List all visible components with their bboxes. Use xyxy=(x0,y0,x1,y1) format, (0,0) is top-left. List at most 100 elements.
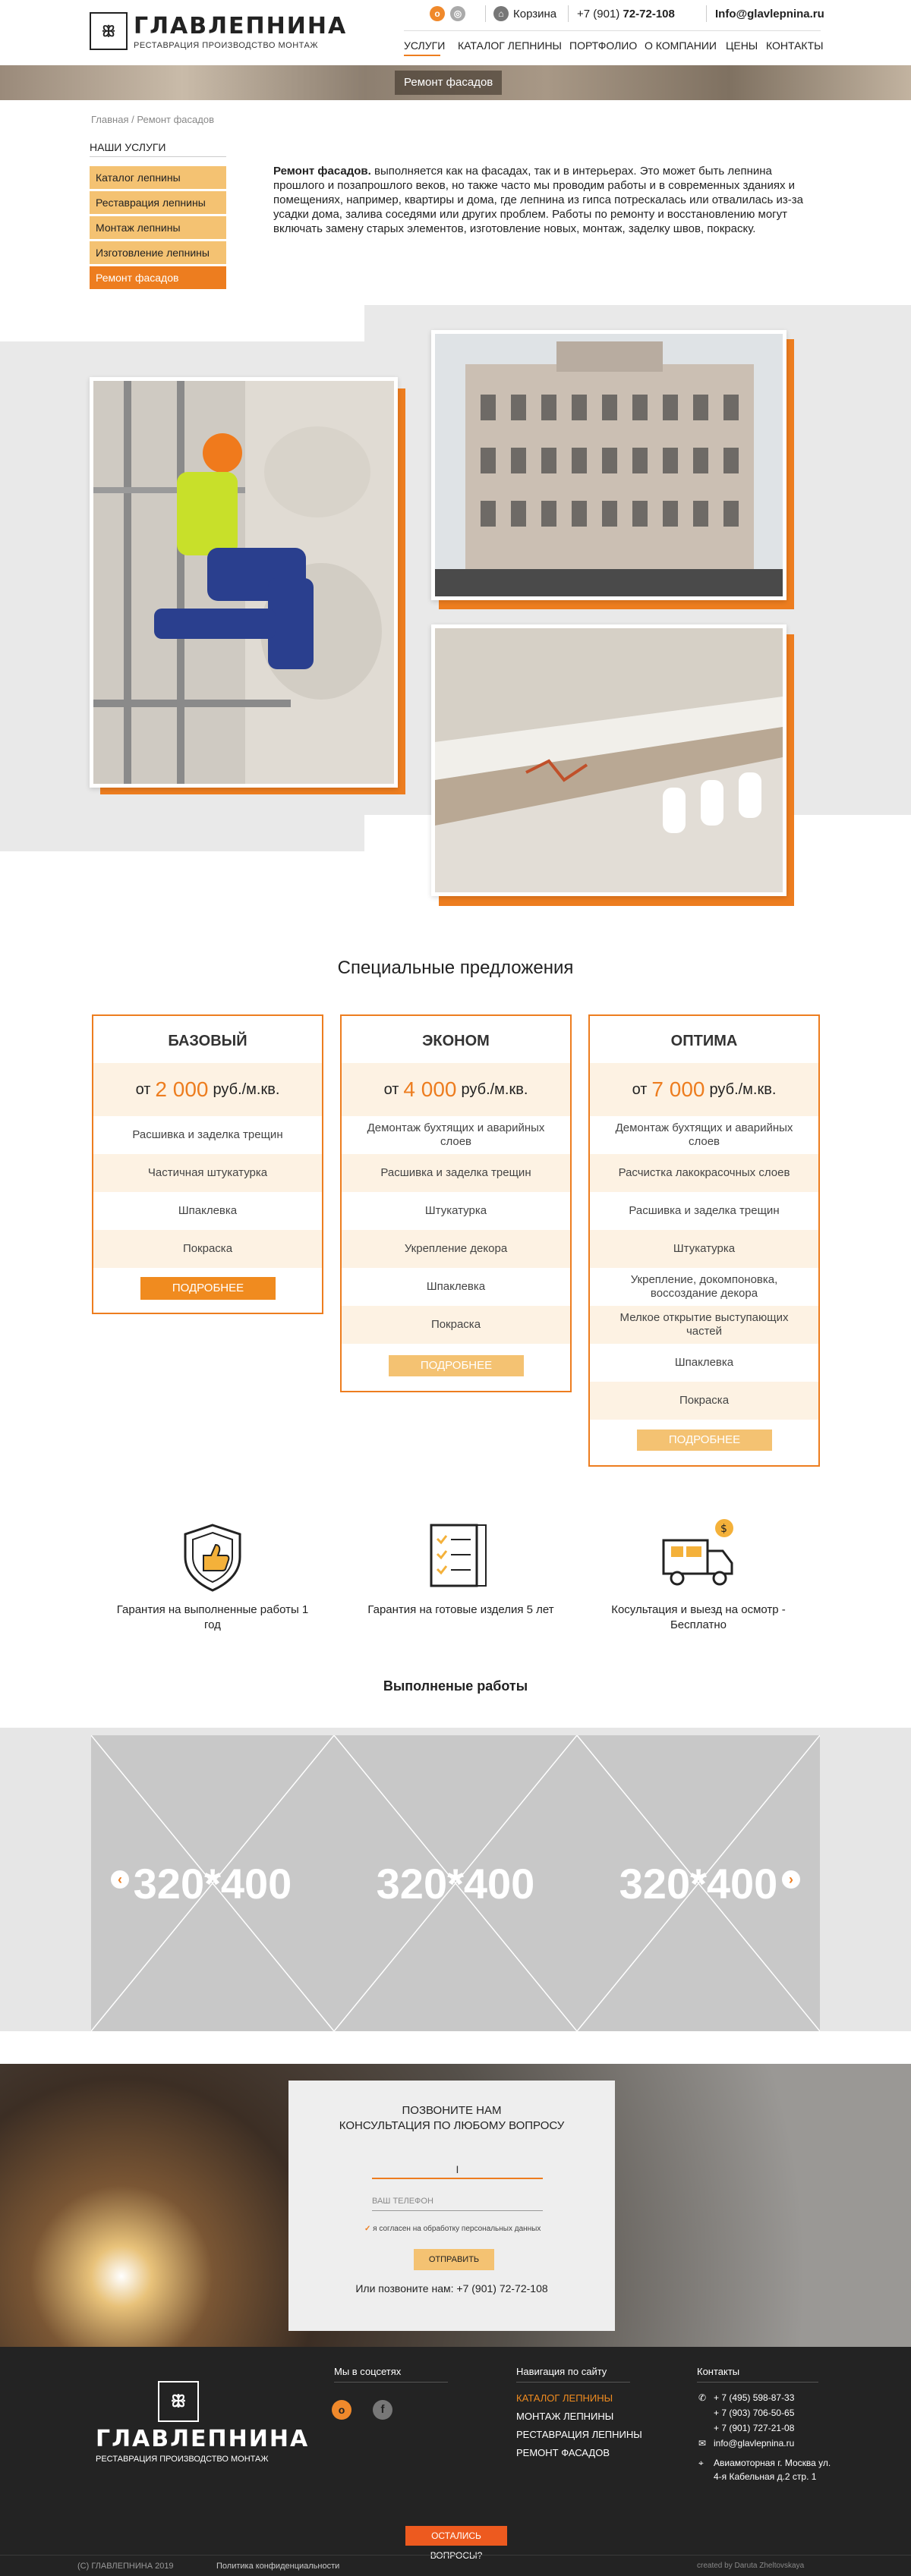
callback-form: ПОЗВОНИТЕ НАМ КОНСУЛЬТАЦИЯ ПО ЛЮБОМУ ВОП… xyxy=(288,2081,615,2331)
worker-photo xyxy=(90,377,398,788)
instagram-icon[interactable]: ◎ xyxy=(450,6,465,21)
consent-checkbox-row[interactable]: ✓ я согласен на обработку персональных д… xyxy=(364,2225,562,2233)
sidebar-item-restoration[interactable]: Реставрация лепнины xyxy=(90,191,226,214)
offer-row: Мелкое открытие выступающих частей xyxy=(590,1306,818,1344)
nav-about[interactable]: О КОМПАНИИ xyxy=(645,39,717,52)
offer-card-title: БАЗОВЫЙ xyxy=(168,1033,247,1049)
phone-input[interactable]: ВАШ ТЕЛЕФОН xyxy=(372,2191,543,2211)
gallery-prev-arrow-icon[interactable]: ‹ xyxy=(111,1870,129,1889)
offer-row: Укрепление, докомпоновка, воссоздание де… xyxy=(630,1273,778,1300)
logo-subtitle: РЕСТАВРАЦИЯ ПРОИЗВОДСТВО МОНТАЖ xyxy=(134,41,318,50)
footer-logo-mark-icon: ꕥ xyxy=(158,2381,199,2422)
footer-created-by: created by Daruta Zheltovskaya xyxy=(697,2562,805,2570)
offer-card-title: ОПТИМА xyxy=(670,1033,738,1049)
nav-uslugi[interactable]: УСЛУГИ xyxy=(404,39,445,52)
gallery-next-arrow-icon[interactable]: › xyxy=(782,1870,800,1889)
worker-image xyxy=(93,381,394,784)
offer-more-button[interactable]: ПОДРОБНЕЕ xyxy=(389,1355,524,1376)
nav-catalog[interactable]: КАТАЛОГ ЛЕПНИНЫ xyxy=(458,39,562,52)
nav-prices[interactable]: ЦЕНЫ xyxy=(726,39,758,52)
site-header: ꕥ ГЛАВЛЕПНИНА РЕСТАВРАЦИЯ ПРОИЗВОДСТВО М… xyxy=(0,0,911,65)
logo-name: ГЛАВЛЕПНИНА xyxy=(134,13,348,39)
footer-divider xyxy=(334,2382,448,2383)
intro-text: Ремонт фасадов. выполняется как на фасад… xyxy=(273,164,812,236)
price-value: 4 000 xyxy=(403,1077,457,1101)
nav-active-underline xyxy=(404,55,440,56)
header-divider xyxy=(485,5,486,22)
offer-more-button[interactable]: ПОДРОБНЕЕ xyxy=(140,1277,276,1300)
footer-odnoklassniki-icon[interactable]: o xyxy=(332,2400,351,2420)
footer-privacy-link[interactable]: Политика конфиденциальности xyxy=(216,2562,339,2571)
offer-card-title: ЭКОНОМ xyxy=(422,1033,490,1049)
building-image xyxy=(435,334,783,596)
shield-thumb-graphic xyxy=(184,1524,241,1592)
questions-button[interactable]: ОСТАЛИСЬ ВОПРОСЫ? xyxy=(405,2526,507,2561)
checkbox-check-icon[interactable]: ✓ xyxy=(364,2225,370,2233)
footer-phone[interactable]: + 7 (901) 727-21-08 xyxy=(714,2423,794,2433)
nav-portfolio[interactable]: ПОРТФОЛИО xyxy=(569,39,637,52)
offer-row: Расчистка лакокрасочных слоев xyxy=(590,1154,818,1192)
shield-thumb-icon xyxy=(176,1521,249,1593)
price-unit: руб./м.кв. xyxy=(213,1080,280,1098)
footer-divider xyxy=(697,2382,818,2383)
breadcrumb-separator: / xyxy=(131,114,134,125)
sidebar-item-mounting[interactable]: Монтаж лепнины xyxy=(90,216,226,239)
intro-lead: Ремонт фасадов. xyxy=(273,165,371,178)
site-logo[interactable]: ꕥ ГЛАВЛЕПНИНА РЕСТАВРАЦИЯ ПРОИЗВОДСТВО М… xyxy=(90,12,345,52)
building-photo xyxy=(431,330,786,600)
footer-social-title: Мы в соцсетях xyxy=(334,2366,402,2377)
footer-nav-mounting[interactable]: МОНТАЖ ЛЕПНИНЫ xyxy=(516,2411,613,2422)
works-title: Выполненые работы xyxy=(383,1678,528,1694)
gallery-item[interactable]: 320*400 xyxy=(334,1735,577,2031)
footer-nav-facade[interactable]: РЕМОНТ ФАСАДОВ xyxy=(516,2447,610,2458)
offer-row: Демонтаж бухтящих и аварийных слоев xyxy=(367,1121,545,1148)
logo-mark-icon: ꕥ xyxy=(90,12,128,50)
header-divider xyxy=(706,5,707,22)
offer-price: от 2 000 руб./м.кв. xyxy=(93,1063,322,1116)
offer-row: Шпаклевка xyxy=(426,1280,486,1293)
sidebar-divider xyxy=(90,156,226,157)
footer-phone[interactable]: + 7 (903) 706-50-65 xyxy=(714,2408,794,2418)
svg-text:$: $ xyxy=(720,1523,727,1535)
offer-card-optima: ОПТИМА от 7 000 руб./м.кв. Демонтаж бухт… xyxy=(588,1014,820,1467)
header-divider xyxy=(568,5,569,22)
document-checklist-graphic xyxy=(430,1524,487,1587)
callback-title-line2: КОНСУЛЬТАЦИЯ ПО ЛЮБОМУ ВОПРОСУ xyxy=(339,2119,565,2132)
name-input[interactable]: I xyxy=(372,2159,543,2179)
offer-row: Частичная штукатурка xyxy=(93,1154,322,1192)
footer-logo-name[interactable]: ГЛАВЛЕПНИНА xyxy=(96,2426,309,2452)
offer-row: Штукатурка xyxy=(424,1204,487,1217)
phone-main: 72-72-108 xyxy=(623,8,675,20)
cart-icon[interactable]: ⌂ xyxy=(493,6,509,21)
offer-row: Демонтаж бухтящих и аварийных слоев xyxy=(615,1121,793,1148)
footer-nav-restoration[interactable]: РЕСТАВРАЦИЯ ЛЕПНИНЫ xyxy=(516,2429,642,2440)
cart-link[interactable]: Корзина xyxy=(513,8,556,20)
breadcrumb-current: Ремонт фасадов xyxy=(137,114,214,125)
price-unit: руб./м.кв. xyxy=(461,1080,528,1098)
offer-more-button[interactable]: ПОДРОБНЕЕ xyxy=(637,1430,772,1451)
sidebar-item-facade-repair[interactable]: Ремонт фасадов xyxy=(90,266,226,289)
offer-row: Расшивка и заделка трещин xyxy=(629,1204,780,1217)
footer-email[interactable]: info@glavlepnina.ru xyxy=(714,2438,794,2449)
sidebar-item-catalog[interactable]: Каталог лепнины xyxy=(90,166,226,189)
price-prefix: от xyxy=(632,1080,648,1098)
sidebar-item-manufacturing[interactable]: Изготовление лепнины xyxy=(90,241,226,264)
phone-prefix: +7 (901) xyxy=(577,8,620,20)
price-value: 2 000 xyxy=(155,1077,209,1101)
banner-title: Ремонт фасадов xyxy=(395,71,503,95)
header-phone[interactable]: +7 (901) 72-72-108 xyxy=(577,8,675,20)
footer-nav-catalog[interactable]: КАТАЛОГ ЛЕПНИНЫ xyxy=(516,2392,613,2404)
call-phone[interactable]: +7 (901) 72-72-108 xyxy=(456,2282,547,2294)
footer-logo-subtitle: РЕСТАВРАЦИЯ ПРОИЗВОДСТВО МОНТАЖ xyxy=(96,2455,269,2464)
breadcrumb-home[interactable]: Главная xyxy=(91,114,128,125)
callback-title: ПОЗВОНИТЕ НАМ КОНСУЛЬТАЦИЯ ПО ЛЮБОМУ ВОП… xyxy=(288,2103,615,2134)
header-email[interactable]: Info@glavlepnina.ru xyxy=(715,8,824,20)
submit-button[interactable]: ОТПРАВИТЬ xyxy=(414,2249,494,2270)
offer-row: Расшивка и заделка трещин xyxy=(132,1128,283,1141)
nav-contacts[interactable]: КОНТАКТЫ xyxy=(766,39,824,52)
footer-facebook-icon[interactable]: f xyxy=(373,2400,392,2420)
footer-address-line2: 4-я Кабельная д.2 стр. 1 xyxy=(714,2471,817,2482)
footer-phone[interactable]: + 7 (495) 598-87-33 xyxy=(714,2392,794,2403)
odnoklassniki-icon[interactable]: o xyxy=(430,6,445,21)
price-value: 7 000 xyxy=(651,1077,705,1101)
